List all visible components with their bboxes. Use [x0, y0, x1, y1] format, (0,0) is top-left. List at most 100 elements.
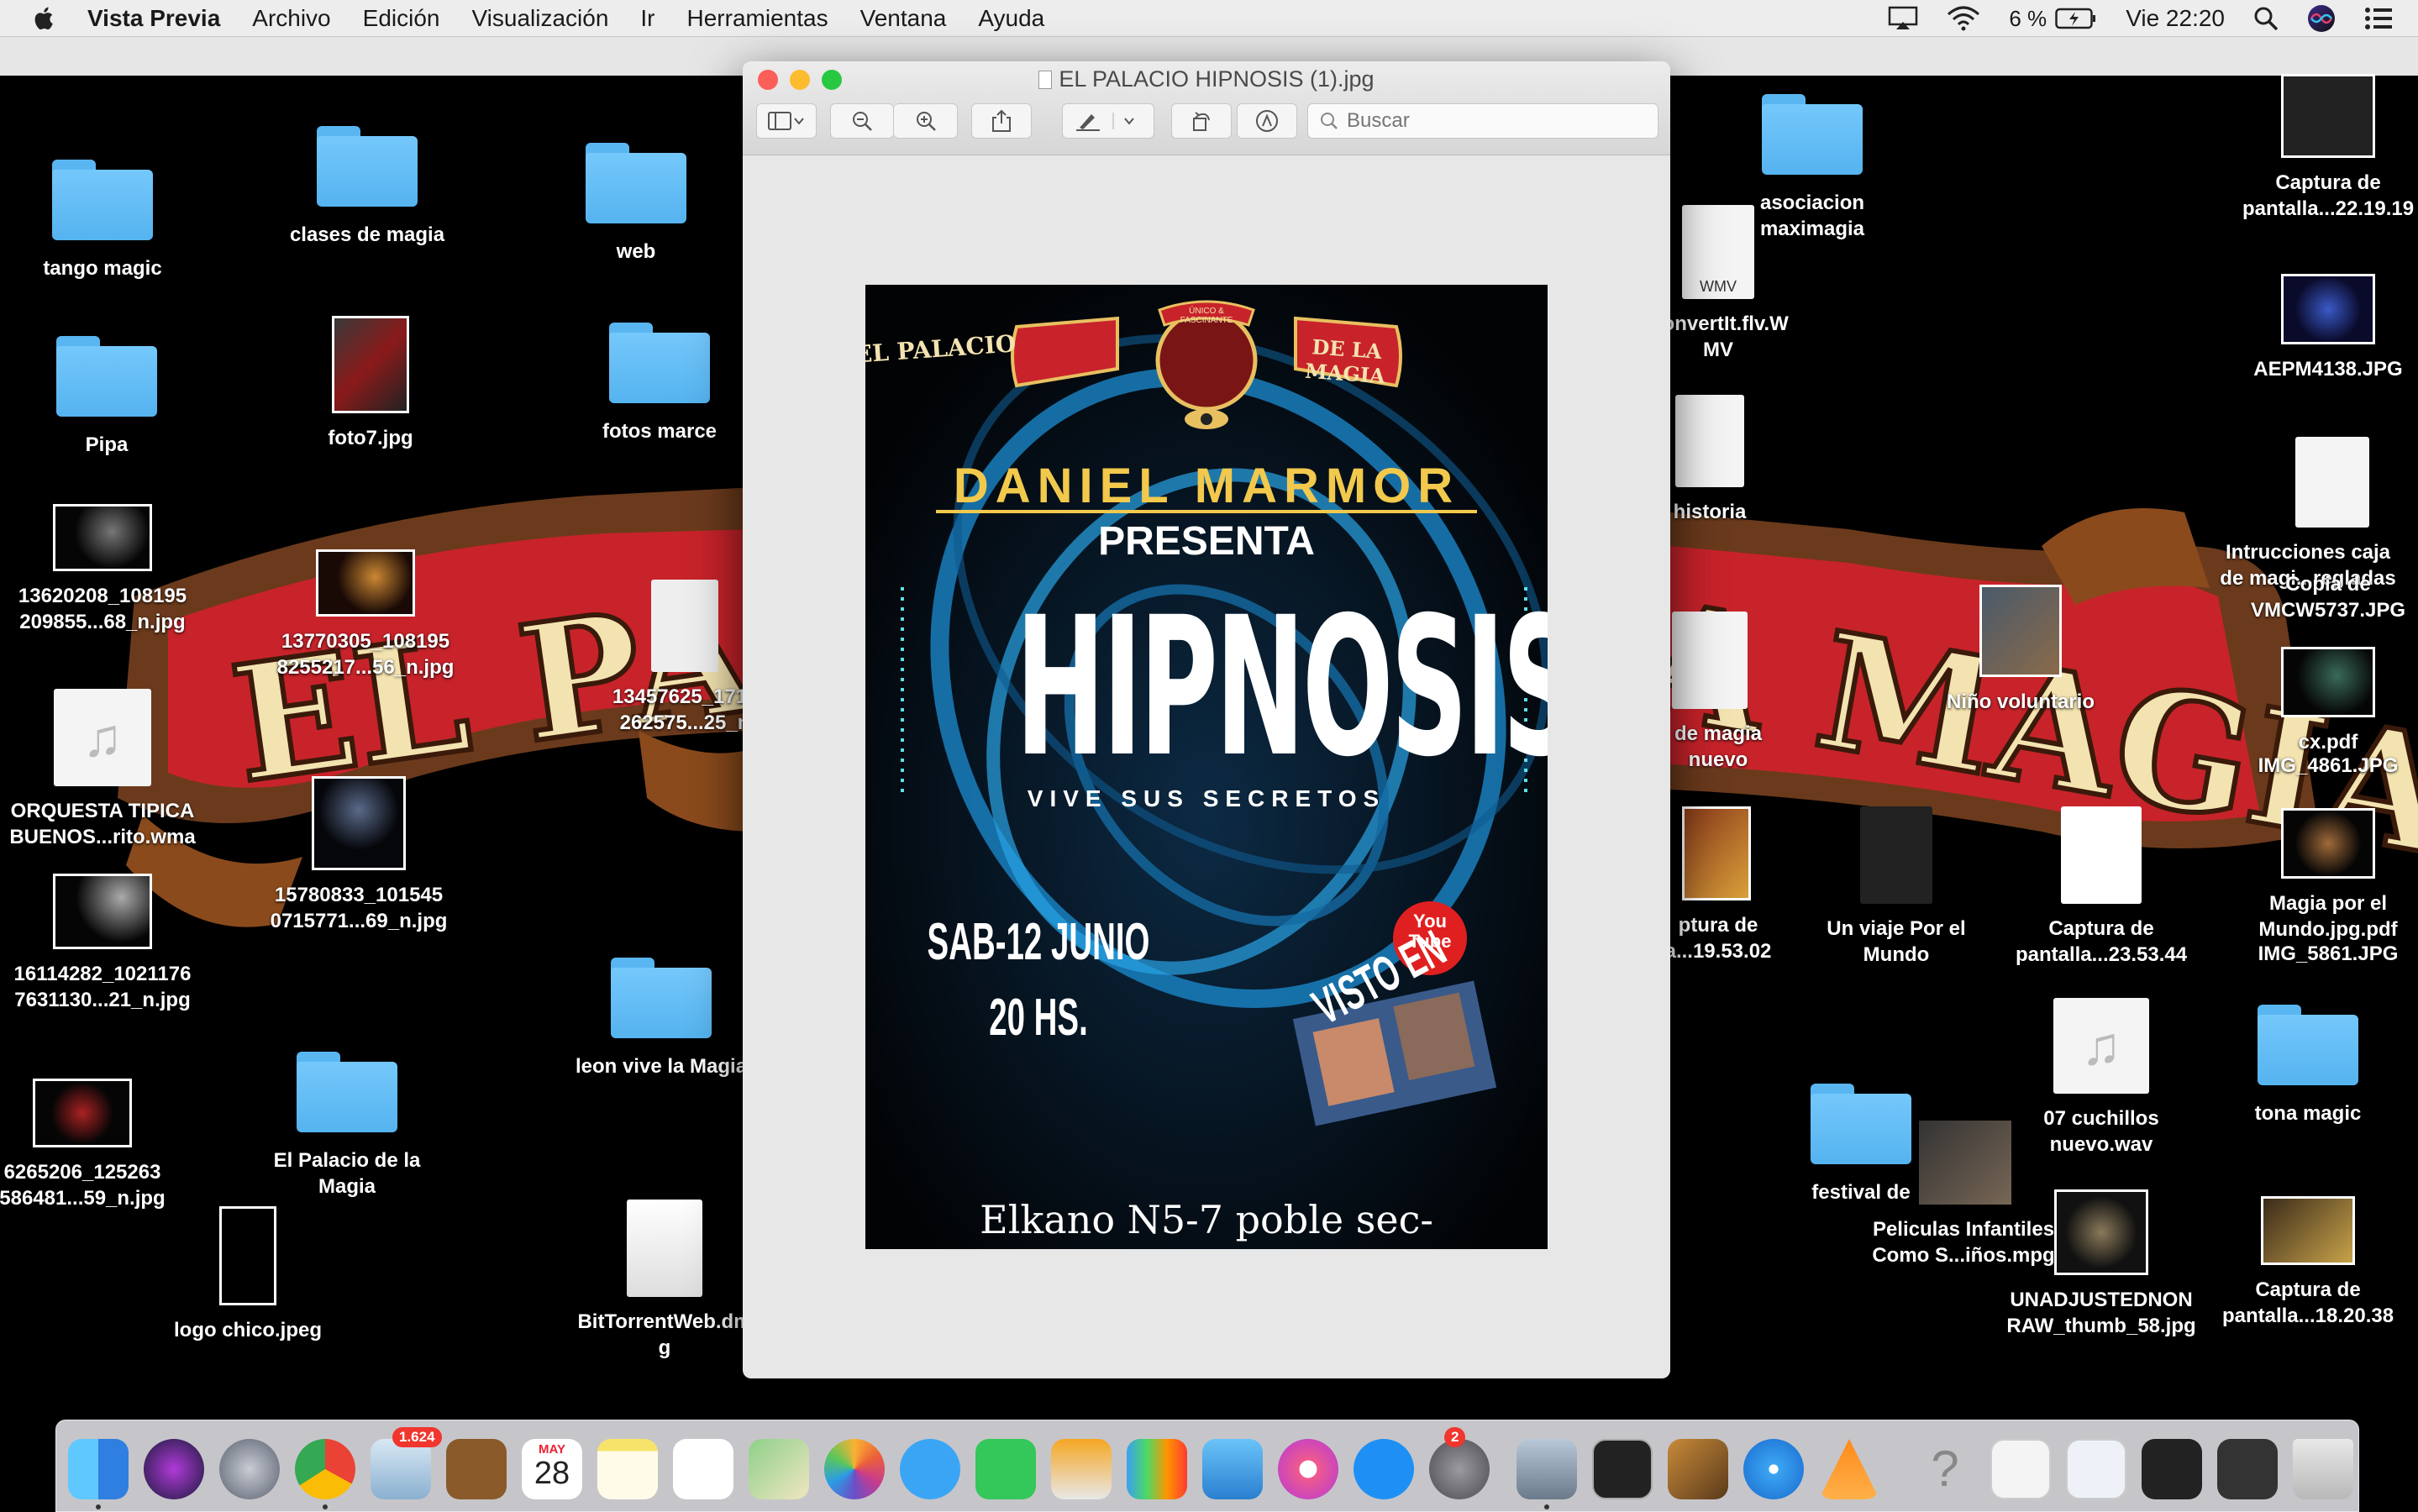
share-button[interactable]: [971, 103, 1032, 139]
minimized-window-3[interactable]: [2142, 1439, 2202, 1499]
desktop-image-16114282[interactable]: 16114282_1021176 7631130...21_n.jpg: [6, 874, 199, 1013]
desktop-image-foto7[interactable]: foto7.jpg: [274, 316, 467, 451]
search-icon: [1321, 113, 1338, 129]
desktop-doc-cx-pdf[interactable]: cx.pdf: [2231, 647, 2418, 755]
image-thumbnail-icon: [332, 316, 409, 413]
minimized-window-1[interactable]: [1990, 1439, 2051, 1499]
siri-dock-icon[interactable]: [144, 1439, 204, 1499]
battery-charging-icon[interactable]: [2055, 8, 2097, 29]
zoom-out-button[interactable]: [830, 103, 894, 139]
desktop-image-un-viaje[interactable]: Un viaje Por el Mundo: [1800, 806, 1993, 968]
messages-icon[interactable]: [900, 1439, 960, 1499]
desktop-image-img4861[interactable]: IMG_4861.JPG: [2231, 753, 2418, 779]
image-thumbnail-icon: [33, 1079, 132, 1147]
airplay-icon[interactable]: [1888, 6, 1918, 31]
desktop-folder-clases-de-magia[interactable]: clases de magia: [271, 126, 464, 248]
apple-menu-icon[interactable]: [30, 4, 59, 33]
desktop-image-logo-chico[interactable]: logo chico.jpeg: [151, 1206, 344, 1343]
pages-icon[interactable]: [1051, 1439, 1112, 1499]
desktop-image-aepm4138[interactable]: AEPM4138.JPG: [2231, 274, 2418, 382]
search-input[interactable]: [1347, 109, 1632, 133]
itunes-icon[interactable]: [1278, 1439, 1338, 1499]
numbers-icon[interactable]: [1127, 1439, 1187, 1499]
image-thumbnail-icon: [2281, 647, 2375, 717]
wifi-icon[interactable]: [1947, 6, 1980, 31]
desktop-folder-tona-magic[interactable]: tona magic: [2211, 1005, 2405, 1126]
terminal-icon[interactable]: [1592, 1439, 1653, 1499]
desktop-folder-fotos-marce[interactable]: fotos marce: [563, 323, 756, 444]
chrome-icon[interactable]: [295, 1439, 355, 1499]
rotate-button[interactable]: [1171, 103, 1232, 139]
desktop-image-13770305[interactable]: 13770305_108195 8255217...56_n.jpg: [269, 549, 462, 680]
window-title: EL PALACIO HIPNOSIS (1).jpg: [743, 66, 1670, 92]
image-thumbnail-icon: [1860, 806, 1932, 904]
siri-icon[interactable]: [2307, 4, 2336, 33]
finder-icon[interactable]: [68, 1439, 129, 1499]
desktop-folder-leon-vive[interactable]: leon vive la Magia: [565, 958, 758, 1079]
launchpad-icon[interactable]: [219, 1439, 280, 1499]
menu-herramientas[interactable]: Herramientas: [687, 5, 828, 32]
image-thumbnail-icon: [1979, 585, 2062, 677]
desktop-audio-orquesta[interactable]: ♫ ORQUESTA TIPICA BUENOS...rito.wma: [6, 689, 199, 850]
system-preferences-icon[interactable]: [1429, 1439, 1490, 1499]
folder-icon: [611, 958, 712, 1038]
desktop-doc-magia-por-el-mundo[interactable]: Magia por el Mundo.jpg.pdf: [2231, 808, 2418, 942]
zoom-in-button[interactable]: [894, 103, 958, 139]
desktop-image-nino-voluntario[interactable]: Niño voluntario: [1924, 585, 2117, 715]
menu-ir[interactable]: Ir: [640, 5, 654, 32]
desktop-image-img5861[interactable]: IMG_5861.JPG: [2231, 941, 2418, 967]
preview-app-icon[interactable]: [1517, 1439, 1577, 1499]
dock: 1.624 MAY 28 2 ?: [55, 1420, 2359, 1512]
menu-visualizacion[interactable]: Visualización: [471, 5, 608, 32]
minimized-window-2[interactable]: [2066, 1439, 2126, 1499]
markup-toolbar-button[interactable]: [1237, 103, 1297, 139]
folder-icon: [2258, 1005, 2358, 1085]
image-capture-icon[interactable]: [371, 1439, 431, 1499]
search-field[interactable]: [1307, 103, 1658, 139]
desktop-folder-tango-magic[interactable]: tango magic: [6, 160, 199, 281]
desktop-dmg-bittorrent[interactable]: BitTorrentWeb.dm g: [568, 1200, 761, 1361]
garageband-icon[interactable]: [1668, 1439, 1728, 1499]
window-titlebar[interactable]: EL PALACIO HIPNOSIS (1).jpg: [743, 61, 1670, 155]
menu-ayuda[interactable]: Ayuda: [978, 5, 1044, 32]
spotlight-search-icon[interactable]: [2253, 6, 2279, 31]
desktop-image-captura-18-20[interactable]: Captura de pantalla...18.20.38: [2211, 1196, 2405, 1329]
markup-pen-button[interactable]: [1062, 103, 1154, 139]
photos-icon[interactable]: [824, 1439, 885, 1499]
calendar-icon[interactable]: MAY 28: [522, 1439, 582, 1499]
question-mark-icon[interactable]: ?: [1915, 1439, 1975, 1499]
desktop-image-unadjusted[interactable]: UNADJUSTEDNON RAW_thumb_58.jpg: [2005, 1189, 2198, 1339]
keynote-icon[interactable]: [1202, 1439, 1263, 1499]
image-thumbnail-icon: [2281, 808, 2375, 879]
maps-icon[interactable]: [749, 1439, 809, 1499]
menu-app-name[interactable]: Vista Previa: [87, 5, 220, 32]
folder-icon: [586, 143, 686, 223]
desktop-image-captura-23-53[interactable]: Captura de pantalla...23.53.44: [2005, 806, 2198, 968]
safari-icon[interactable]: [1743, 1439, 1804, 1499]
facetime-icon[interactable]: [975, 1439, 1036, 1499]
desktop-image-copia-vmcw5737[interactable]: Copia de VMCW5737.JPG: [2231, 554, 2418, 623]
reminders-icon[interactable]: [673, 1439, 733, 1499]
notes-icon[interactable]: [597, 1439, 658, 1499]
menu-ventana[interactable]: Ventana: [860, 5, 947, 32]
menu-archivo[interactable]: Archivo: [252, 5, 330, 32]
poster-image: EL PALACIO DE LA MAGIA ÚNICO & FASCINANT…: [865, 285, 1548, 1249]
desktop-folder-pipa[interactable]: Pipa: [10, 336, 203, 458]
desktop-folder-web[interactable]: web: [539, 143, 733, 265]
desktop-image-15780833[interactable]: 15780833_101545 0715771...69_n.jpg: [262, 776, 455, 934]
desktop-image-13620208[interactable]: 13620208_108195 209855...68_n.jpg: [6, 504, 199, 635]
notification-center-icon[interactable]: [2364, 7, 2393, 30]
desktop-image-6265206[interactable]: 6265206_125263 586481...59_n.jpg: [0, 1079, 179, 1211]
menu-edicion[interactable]: Edición: [363, 5, 440, 32]
sidebar-toggle-button[interactable]: [756, 103, 817, 139]
poster-presenter: DANIEL MARMOR: [953, 459, 1460, 513]
desktop-image-captura-22-19[interactable]: Captura de pantalla...22.19.19: [2231, 74, 2418, 222]
menubar-clock[interactable]: Vie 22:20: [2126, 5, 2225, 32]
vlc-file-icon: WMV: [1682, 205, 1754, 299]
app-store-icon[interactable]: [1354, 1439, 1414, 1499]
contacts-icon[interactable]: [446, 1439, 507, 1499]
minimized-window-4[interactable]: [2217, 1439, 2278, 1499]
vlc-icon[interactable]: [1819, 1439, 1879, 1499]
trash-icon[interactable]: [2293, 1439, 2353, 1499]
desktop-folder-el-palacio[interactable]: El Palacio de la Magia: [250, 1052, 444, 1200]
